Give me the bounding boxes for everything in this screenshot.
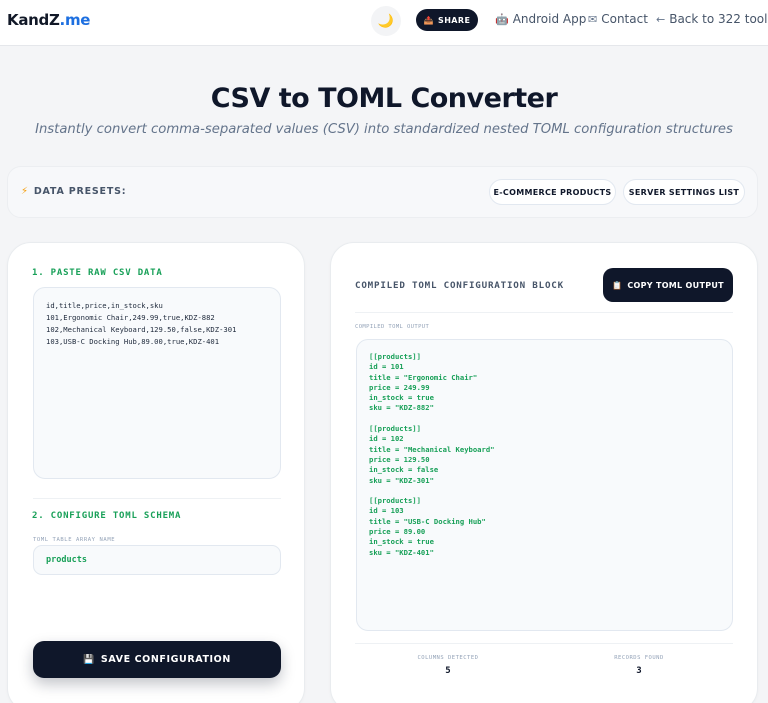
- copy-label: COPY TOML OUTPUT: [627, 280, 724, 290]
- logo-text: KandZ: [7, 11, 60, 29]
- android-icon: 🤖: [495, 12, 509, 26]
- page-subtitle: Instantly convert comma-separated values…: [35, 122, 733, 137]
- section-csv-title: 1. PASTE RAW CSV DATA: [32, 268, 163, 278]
- android-app-label: Android App: [512, 12, 587, 26]
- presets-label: ⚡ DATA PRESETS:: [21, 186, 126, 197]
- lightning-icon: ⚡: [21, 186, 29, 197]
- back-label: Back to 322 tools: [669, 12, 768, 26]
- output-divider: [355, 312, 733, 313]
- preset-ecommerce-button[interactable]: E-COMMERCE PRODUCTS: [489, 179, 616, 205]
- contact-label: Contact: [601, 12, 648, 26]
- save-configuration-button[interactable]: 💾 SAVE CONFIGURATION: [33, 641, 281, 678]
- preset-server-settings-button[interactable]: SERVER SETTINGS LIST: [623, 179, 745, 205]
- page-title: CSV to TOML Converter: [210, 83, 558, 114]
- csv-input-textarea[interactable]: id,title,price,in_stock,sku 101,Ergonomi…: [33, 287, 281, 479]
- android-app-link[interactable]: 🤖 Android App: [495, 12, 586, 26]
- floppy-disk-icon: 💾: [83, 654, 95, 665]
- copy-toml-button[interactable]: 📋 COPY TOML OUTPUT: [603, 268, 733, 302]
- table-name-label: TOML TABLE ARRAY NAME: [33, 537, 116, 543]
- theme-toggle-button[interactable]: 🌙: [371, 6, 401, 36]
- toml-output-label: COMPILED TOML OUTPUT: [355, 324, 430, 330]
- records-found-label: RECORDS FOUND: [614, 655, 664, 661]
- data-presets-bar: ⚡ DATA PRESETS: E-COMMERCE PRODUCTS SERVE…: [7, 166, 758, 218]
- arrow-left-icon: ←: [656, 12, 666, 26]
- output-panel-title: COMPILED TOML CONFIGURATION BLOCK: [355, 280, 564, 291]
- stats-divider: [355, 643, 733, 644]
- toml-output-textarea[interactable]: [[products]] id = 101 title = "Ergonomic…: [356, 339, 733, 631]
- top-navbar: KandZ.me 🌙 📤 SHARE 🤖 Android App ✉ Contact …: [0, 0, 768, 46]
- table-name-input[interactable]: products: [33, 545, 281, 575]
- input-panel: 1. PASTE RAW CSV DATA id,title,price,in_…: [7, 242, 305, 703]
- records-found-stat: RECORDS FOUND 3: [579, 655, 699, 676]
- logo-domain: .me: [59, 11, 91, 29]
- envelope-icon: ✉: [588, 12, 598, 26]
- columns-detected-stat: COLUMNS DETECTED 5: [388, 655, 508, 676]
- clipboard-icon: 📋: [612, 280, 623, 290]
- output-panel: COMPILED TOML CONFIGURATION BLOCK 📋 COPY …: [330, 242, 758, 703]
- columns-detected-value: 5: [445, 666, 451, 676]
- section-divider: [33, 498, 281, 499]
- save-label: SAVE CONFIGURATION: [100, 654, 231, 665]
- records-found-value: 3: [636, 666, 642, 676]
- site-logo[interactable]: KandZ.me: [7, 11, 90, 29]
- share-button[interactable]: 📤 SHARE: [416, 9, 478, 31]
- contact-link[interactable]: ✉ Contact: [588, 12, 648, 26]
- section-schema-title: 2. CONFIGURE TOML SCHEMA: [32, 511, 182, 521]
- back-to-tools-link[interactable]: ← Back to 322 tools: [656, 12, 768, 26]
- presets-label-text: DATA PRESETS:: [33, 186, 127, 197]
- share-icon: 📤: [423, 15, 435, 25]
- share-label: SHARE: [438, 15, 471, 25]
- columns-detected-label: COLUMNS DETECTED: [417, 655, 479, 661]
- moon-icon: 🌙: [377, 13, 395, 29]
